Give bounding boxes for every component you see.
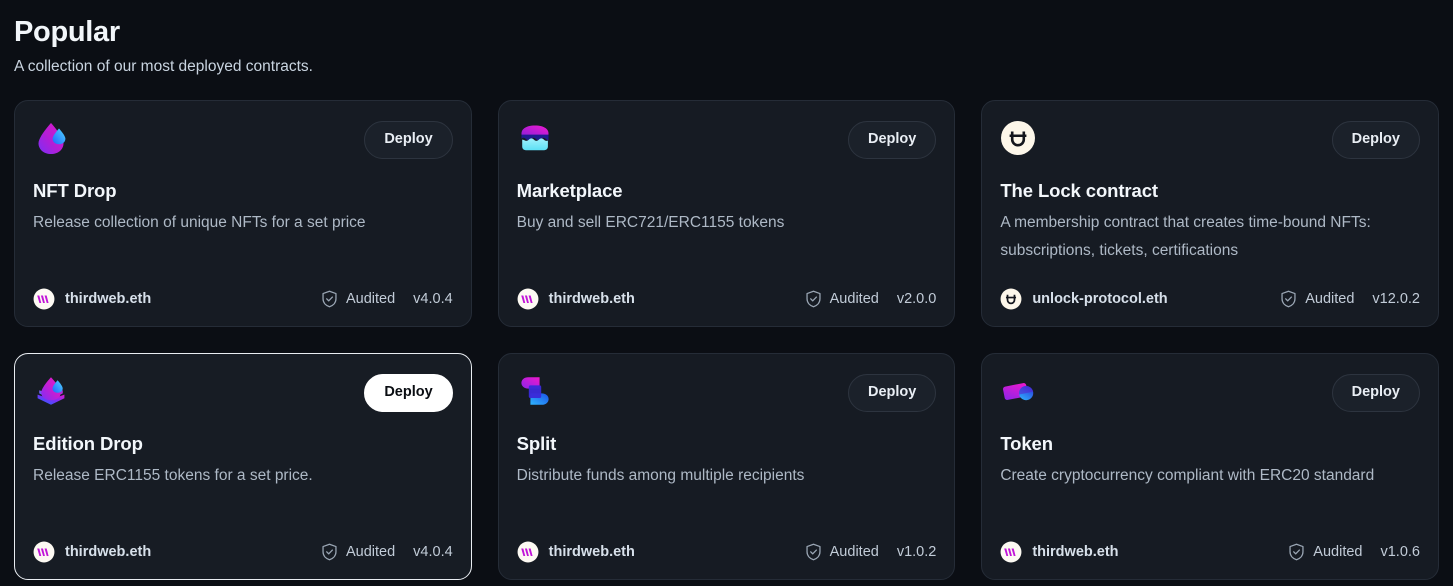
publisher[interactable]: thirdweb.eth [517, 541, 635, 563]
shield-check-icon [805, 290, 822, 308]
shield-check-icon [1288, 543, 1305, 561]
contract-title: Marketplace [516, 180, 623, 201]
contract-description: A membership contract that creates time-… [1000, 214, 1371, 259]
deploy-button[interactable]: Deploy [364, 374, 453, 412]
deploy-button[interactable]: Deploy [1331, 121, 1420, 159]
unlock-avatar-icon [1000, 288, 1022, 310]
contract-title: Edition Drop [33, 433, 143, 454]
audited-badge: Audited [829, 544, 879, 560]
publisher[interactable]: unlock-protocol.eth [1000, 288, 1168, 310]
version-label: v4.0.4 [413, 544, 453, 560]
contract-description: Distribute funds among multiple recipien… [516, 467, 805, 484]
card-footer: thirdweb.eth Audited v2.0.0 [517, 288, 937, 310]
audited-badge: Audited [345, 544, 396, 560]
card-footer: unlock-protocol.eth Audited v12.0.2 [1000, 288, 1420, 310]
version-label: v1.0.2 [896, 544, 937, 560]
edition-drop-icon [33, 373, 69, 409]
card-top-row: Deploy [517, 374, 937, 418]
card-top-row: Deploy [517, 121, 937, 165]
marketplace-icon [517, 120, 553, 156]
card-meta: Audited v1.0.2 [805, 543, 937, 561]
version-label: v12.0.2 [1372, 291, 1420, 307]
publisher-name: thirdweb.eth [548, 291, 635, 307]
publisher-name: thirdweb.eth [1032, 544, 1119, 560]
audited-badge: Audited [1313, 544, 1363, 560]
card-top-row: Deploy [33, 374, 453, 418]
contract-card[interactable]: Deploy Marketplace Buy and sell ERC721/ERC… [497, 100, 956, 327]
shield-check-icon [1280, 290, 1297, 308]
publisher-name: thirdweb.eth [548, 544, 635, 560]
card-meta: Audited v12.0.2 [1280, 290, 1420, 308]
contract-card[interactable]: Deploy NFT Drop Release collection of uniq… [14, 100, 472, 327]
contract-card[interactable]: Deploy The Lock contract A membership cont… [981, 100, 1439, 327]
card-meta: Audited v2.0.0 [805, 290, 937, 308]
contract-title: The Lock contract [1000, 180, 1158, 201]
split-icon [517, 373, 553, 409]
card-top-row: Deploy [1000, 121, 1420, 165]
contract-description: Create cryptocurrency compliant with ERC… [1000, 467, 1375, 484]
deploy-button[interactable]: Deploy [847, 121, 937, 159]
card-footer: thirdweb.eth Audited v1.0.2 [517, 541, 937, 563]
card-footer: thirdweb.eth Audited v4.0.4 [33, 541, 453, 563]
unlock-protocol-icon [1000, 120, 1036, 156]
card-meta: Audited v4.0.4 [321, 290, 453, 308]
version-label: v2.0.0 [896, 291, 937, 307]
card-meta: Audited v4.0.4 [321, 543, 453, 561]
thirdweb-avatar-icon [517, 541, 539, 563]
publisher-name: thirdweb.eth [65, 544, 152, 560]
contract-title: Token [1000, 433, 1053, 454]
card-meta: Audited v1.0.6 [1288, 543, 1420, 561]
thirdweb-avatar-icon [33, 288, 55, 310]
contract-description: Release collection of unique NFTs for a … [33, 214, 366, 231]
deploy-button[interactable]: Deploy [1331, 374, 1420, 412]
thirdweb-avatar-icon [1000, 541, 1022, 563]
version-label: v1.0.6 [1380, 544, 1420, 560]
deploy-button[interactable]: Deploy [847, 374, 937, 412]
page-subtitle: A collection of our most deployed contra… [14, 58, 313, 75]
token-icon [1000, 373, 1036, 409]
publisher[interactable]: thirdweb.eth [517, 288, 635, 310]
popular-contracts-page: Popular A collection of our most deploye… [0, 0, 1453, 586]
publisher[interactable]: thirdweb.eth [1000, 541, 1119, 563]
page-header: Popular A collection of our most deploye… [14, 14, 1439, 78]
contract-title: NFT Drop [33, 180, 117, 201]
publisher[interactable]: thirdweb.eth [33, 541, 151, 563]
card-top-row: Deploy [1000, 374, 1420, 418]
card-top-row: Deploy [33, 121, 453, 165]
publisher[interactable]: thirdweb.eth [33, 288, 151, 310]
shield-check-icon [321, 543, 338, 561]
publisher-name: unlock-protocol.eth [1032, 291, 1168, 307]
contract-card[interactable]: Deploy Token Create cryptocurrency complia… [981, 353, 1439, 580]
audited-badge: Audited [1305, 291, 1355, 307]
thirdweb-avatar-icon [517, 288, 539, 310]
deploy-button[interactable]: Deploy [364, 121, 453, 159]
publisher-name: thirdweb.eth [65, 291, 152, 307]
contract-card-grid: Deploy NFT Drop Release collection of uniq… [14, 100, 1439, 580]
nft-drop-icon [33, 120, 69, 156]
contract-card[interactable]: Deploy Split Distribute funds among multip… [497, 353, 956, 580]
page-title: Popular [14, 16, 120, 48]
card-footer: thirdweb.eth Audited v4.0.4 [33, 288, 453, 310]
card-footer: thirdweb.eth Audited v1.0.6 [1000, 541, 1420, 563]
contract-description: Release ERC1155 tokens for a set price. [33, 467, 313, 484]
version-label: v4.0.4 [413, 291, 453, 307]
thirdweb-avatar-icon [33, 541, 55, 563]
contract-card[interactable]: Deploy Edition Drop Release ERC1155 tokens… [14, 353, 472, 580]
shield-check-icon [805, 543, 822, 561]
audited-badge: Audited [345, 291, 396, 307]
contract-description: Buy and sell ERC721/ERC1155 tokens [516, 214, 785, 231]
shield-check-icon [321, 290, 338, 308]
contract-title: Split [516, 433, 557, 454]
audited-badge: Audited [829, 291, 879, 307]
